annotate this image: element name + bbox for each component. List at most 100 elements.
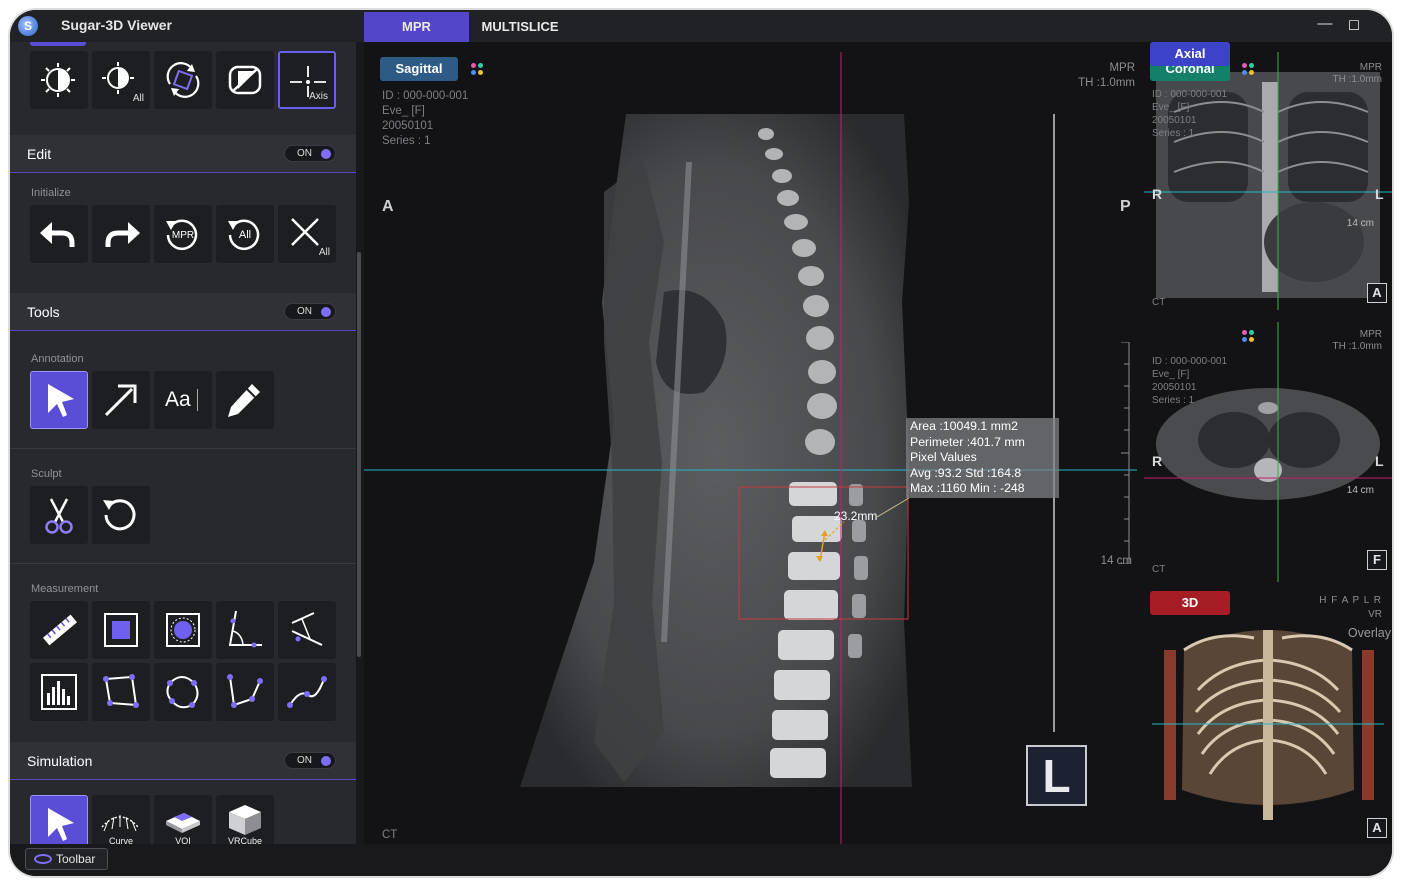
toolbar-button[interactable]: Toolbar [25, 848, 108, 870]
mpr-mode: MPR [1109, 62, 1135, 74]
perimeter-value: Perimeter :401.7 mm [910, 434, 1025, 449]
layout-dots-icon[interactable] [1242, 63, 1254, 75]
coronal-scale-label: 14 cm [1346, 218, 1374, 229]
layout-dots-icon[interactable] [1242, 330, 1254, 342]
undo-button[interactable] [30, 205, 88, 263]
window-level-icon [41, 63, 75, 97]
pencil-icon [228, 384, 260, 417]
curve-line-button[interactable] [278, 663, 336, 721]
axial-scale-label: 14 cm [1346, 485, 1374, 496]
mpr-mode: MPR [1359, 62, 1382, 73]
polygon-button[interactable] [92, 663, 150, 721]
window-level-all-button[interactable]: All [92, 51, 150, 109]
study-date: 20050101 [1152, 382, 1197, 393]
reset-sculpt-button[interactable] [92, 486, 150, 544]
orientation-cube[interactable]: L [1026, 745, 1087, 806]
scale-bar [1121, 342, 1130, 564]
measurement-readout[interactable]: Area :10049.1 mm2 Perimeter :401.7 mm Pi… [906, 418, 1059, 498]
modality-label: CT [382, 829, 398, 841]
simulation-toggle[interactable]: ON [284, 752, 336, 769]
minimize-icon[interactable]: — [1315, 15, 1335, 32]
rect-roi-icon [104, 613, 138, 647]
app-window: S Sugar-3D Viewer MPR MULTISLICE — ◻ All… [10, 10, 1392, 876]
patient-name: Eve_ [F] [382, 105, 425, 117]
redo-icon [105, 222, 140, 247]
vr-orientation-labels: H F A P L R [1319, 595, 1382, 606]
simulation-toggle-text: ON [297, 755, 312, 766]
window-level-button[interactable] [30, 51, 88, 109]
overlay-label[interactable]: Overlay [1314, 626, 1391, 641]
histogram-button[interactable] [30, 663, 88, 721]
reset-mpr-button[interactable]: MPR [154, 205, 212, 263]
axial-tag[interactable]: Axial [1150, 42, 1230, 66]
text-tool-button[interactable]: Aa [154, 371, 212, 429]
curve-button[interactable]: Curve [92, 795, 150, 844]
arrow-icon [104, 384, 137, 417]
vrcube-sub: VRCube [227, 836, 263, 844]
pencil-tool-button[interactable] [216, 371, 274, 429]
reset-all-button[interactable]: All [216, 205, 274, 263]
reset-sculpt-icon [103, 499, 136, 531]
invert-icon [228, 65, 262, 95]
viewer-area: Sagittal ID : 000-000-001 Eve_ [F] 20050… [364, 42, 1392, 844]
arrow-tool-button[interactable] [92, 371, 150, 429]
ellipse-roi-icon [166, 613, 200, 647]
vr-tag[interactable]: 3D [1150, 591, 1230, 615]
app-logo-icon: S [18, 16, 38, 36]
polygon-icon [103, 674, 139, 708]
edit-toggle-text: ON [297, 148, 312, 159]
angle-button[interactable] [216, 601, 274, 659]
patient-name: Eve_ [F] [1152, 102, 1190, 113]
layout-dots-icon[interactable] [471, 63, 483, 75]
undo-icon [40, 222, 75, 247]
voi-button[interactable]: VOI [154, 795, 212, 844]
rotate-button[interactable] [154, 51, 212, 109]
ellipse-roi-button[interactable] [154, 601, 212, 659]
scissors-button[interactable] [30, 486, 88, 544]
ruler-button[interactable] [30, 601, 88, 659]
sidebar-scrollbar[interactable] [357, 252, 361, 657]
tools-toggle[interactable]: ON [284, 303, 336, 320]
orientation-right: L [1375, 453, 1384, 469]
coronal-orientation-box[interactable]: A [1367, 283, 1387, 303]
sculpt-label: Sculpt [31, 468, 62, 480]
text-cursor-icon [197, 389, 198, 411]
axis-button[interactable]: Axis [278, 51, 336, 109]
divider [10, 563, 356, 564]
invert-button[interactable] [216, 51, 274, 109]
vrcube-button[interactable]: VRCube [216, 795, 274, 844]
cobb-angle-button[interactable] [278, 601, 336, 659]
voi-sub: VOI [175, 836, 191, 844]
toggle-knob [321, 307, 331, 317]
study-date: 20050101 [382, 120, 434, 132]
polyline-icon [227, 674, 263, 708]
polyline-button[interactable] [216, 663, 274, 721]
vr-orientation-box[interactable]: A [1367, 818, 1387, 838]
tab-mpr[interactable]: MPR [364, 12, 469, 42]
sim-pointer-button[interactable] [30, 795, 88, 844]
app-title: Sugar-3D Viewer [61, 17, 173, 33]
pixel-values-label: Pixel Values [910, 450, 977, 464]
rect-roi-button[interactable] [92, 601, 150, 659]
text-icon: Aa [165, 388, 191, 411]
orientation-right: P [1120, 198, 1131, 215]
freehand-roi-button[interactable] [154, 663, 212, 721]
clear-all-button[interactable]: All [278, 205, 336, 263]
reset-mpr-sub: MPR [172, 230, 194, 241]
measurement-label: Measurement [31, 583, 99, 595]
curve-sub: Curve [108, 836, 133, 844]
patient-id: ID : 000-000-001 [1152, 356, 1228, 367]
pointer-tool-button[interactable] [30, 371, 88, 429]
axial-orientation-box[interactable]: F [1367, 550, 1387, 570]
annotation-label: Annotation [31, 353, 84, 365]
pointer-icon [48, 808, 74, 841]
sagittal-tag[interactable]: Sagittal [380, 57, 458, 81]
divider [10, 448, 356, 449]
edit-toggle[interactable]: ON [284, 145, 336, 162]
redo-button[interactable] [92, 205, 150, 263]
coronal-mpr-info: MPR TH :1.0mm [1314, 62, 1382, 86]
series-number: Series : 1 [382, 135, 431, 147]
tab-multislice[interactable]: MULTISLICE [475, 12, 565, 42]
maximize-icon[interactable]: ◻ [1344, 15, 1364, 33]
orientation-left: R [1152, 453, 1163, 469]
